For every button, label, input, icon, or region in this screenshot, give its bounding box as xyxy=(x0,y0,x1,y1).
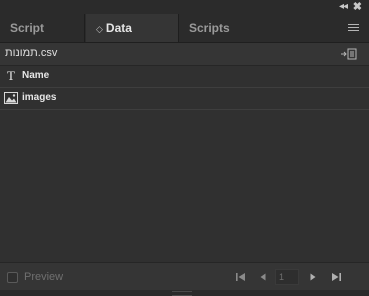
field-label: images xyxy=(22,92,57,103)
data-source-filename: תמונות.csv xyxy=(5,47,58,59)
preview-label: Preview xyxy=(24,271,64,283)
first-record-icon[interactable] xyxy=(235,271,247,283)
tab-label: Scripts xyxy=(189,21,230,35)
panel-title-strip: ◂◂ ✖ xyxy=(0,0,369,14)
collapse-panel-icon[interactable]: ◂◂ xyxy=(339,1,348,12)
tab-scripts[interactable]: Scripts xyxy=(178,14,246,42)
field-row-images[interactable]: images xyxy=(0,88,369,110)
field-list: T Name images xyxy=(0,66,369,262)
preview-checkbox[interactable] xyxy=(7,272,18,283)
tab-data-merge[interactable]: ◇Data Merge xyxy=(86,14,178,64)
last-record-icon[interactable] xyxy=(330,271,342,283)
text-field-icon: T xyxy=(7,68,15,83)
panel-menu-icon[interactable] xyxy=(348,24,359,32)
data-source-row: תמונות.csv xyxy=(0,43,369,66)
resize-grip-icon[interactable] xyxy=(172,291,192,296)
field-row-name[interactable]: T Name xyxy=(0,66,369,88)
data-merge-panel: ◂◂ ✖ Script Label ◇Data Merge Scripts תמ… xyxy=(0,0,369,296)
next-record-icon[interactable] xyxy=(307,271,319,283)
panel-tab-bar: Script Label ◇Data Merge Scripts xyxy=(0,14,369,64)
close-panel-icon[interactable]: ✖ xyxy=(353,0,362,13)
tab-grip-icon: ◇ xyxy=(96,24,103,34)
record-number-field[interactable]: 1 xyxy=(275,269,299,285)
tab-script-label[interactable]: Script Label xyxy=(0,14,85,63)
previous-record-icon[interactable] xyxy=(257,271,269,283)
select-data-source-icon[interactable] xyxy=(341,48,357,60)
field-label: Name xyxy=(22,70,50,81)
panel-footer: Preview 1 xyxy=(0,262,369,291)
image-field-icon xyxy=(4,92,18,104)
